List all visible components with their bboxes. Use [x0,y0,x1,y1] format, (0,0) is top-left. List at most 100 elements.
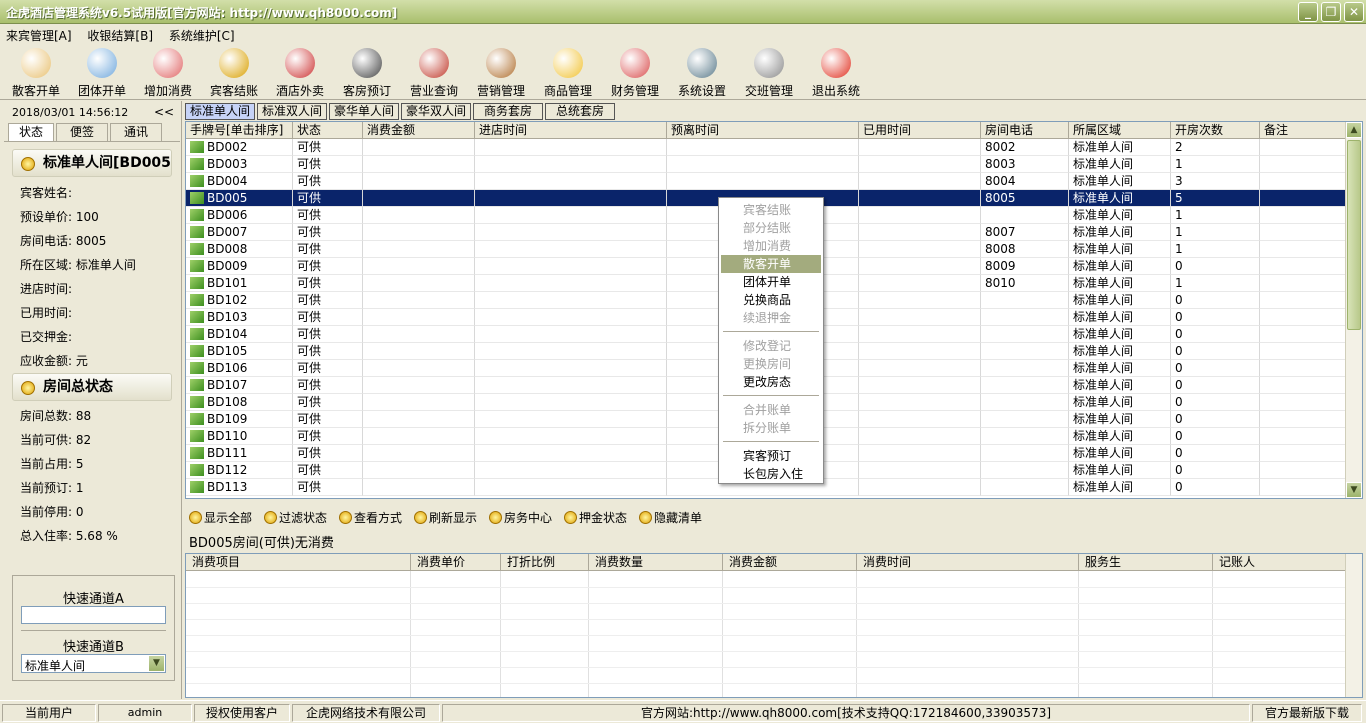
walkin-button[interactable]: 散客开单 [3,48,69,100]
add-consumption-button[interactable]: 增加消费 [135,48,201,100]
context-item-10[interactable]: 更改房态 [721,373,821,391]
detail-row-line [186,635,1346,636]
grid-header-0[interactable]: 手牌号[单击排序] [186,122,293,139]
takeout-button[interactable]: 酒店外卖 [267,48,333,100]
quick-a-input[interactable] [21,606,166,624]
minimize-button[interactable]: _ [1298,2,1318,22]
action-4[interactable]: 房务中心 [489,509,552,526]
table-cell [981,462,1069,479]
detail-header-5[interactable]: 消费时间 [857,554,1079,571]
table-cell [981,360,1069,377]
quick-b-select[interactable]: 标准单人间 ▼ [21,654,166,673]
grid-header-6[interactable]: 房间电话 [981,122,1069,139]
detail-header-7[interactable]: 记账人 [1213,554,1346,571]
tab-contact[interactable]: 通讯 [110,123,162,141]
grid-header-4[interactable]: 预离时间 [667,122,859,139]
table-cell: BD109 [186,411,293,428]
scroll-thumb[interactable] [1347,140,1361,330]
action-5[interactable]: 押金状态 [564,509,627,526]
collapse-icon[interactable]: << [154,105,174,119]
finance-button[interactable]: 财务管理 [602,48,668,100]
detail-header-0[interactable]: 消费项目 [186,554,411,571]
tab-notes[interactable]: 便签 [56,123,108,141]
grid-header-3[interactable]: 进店时间 [475,122,667,139]
action-1[interactable]: 过滤状态 [264,509,327,526]
table-cell [1260,360,1346,377]
exit-button[interactable]: 退出系统 [803,48,869,100]
table-cell [1260,326,1346,343]
menu-system[interactable]: 系统维护[C] [163,25,241,46]
grid-header-7[interactable]: 所属区域 [1069,122,1171,139]
tab-status[interactable]: 状态 [8,123,54,141]
maximize-button[interactable]: ❐ [1321,2,1341,22]
settings-button[interactable]: 系统设置 [669,48,735,100]
action-6[interactable]: 隐藏清单 [639,509,702,526]
room-tab-3[interactable]: 豪华双人间 [401,103,471,120]
action-label: 过滤状态 [279,511,328,525]
context-item-5[interactable]: 兑换商品 [721,291,821,309]
detail-row-line [186,587,1346,588]
table-row[interactable]: BD003 可供 8003 标准单人间 1 [186,156,1346,173]
close-button[interactable]: ✕ [1344,2,1364,22]
table-cell: 0 [1171,445,1260,462]
table-cell [475,173,667,190]
business-query-button[interactable]: 营业查询 [401,48,467,100]
table-cell [981,377,1069,394]
grid-header-5[interactable]: 已用时间 [859,122,981,139]
table-cell [363,428,475,445]
table-cell: 标准单人间 [1069,326,1171,343]
detail-header-1[interactable]: 消费单价 [411,554,501,571]
settings-icon [687,48,717,78]
context-item-3[interactable]: 散客开单 [721,255,821,273]
menu-guest[interactable]: 来宾管理[A] [0,25,78,46]
context-item-16[interactable]: 长包房入住 [721,465,821,483]
detail-header-6[interactable]: 服务生 [1079,554,1213,571]
scroll-down-icon[interactable]: ▼ [1346,482,1362,498]
cell-text: BD006 [207,208,248,222]
table-row[interactable]: BD004 可供 8004 标准单人间 3 [186,173,1346,190]
room-tab-4[interactable]: 商务套房 [473,103,543,120]
table-cell [1260,190,1346,207]
grid-scrollbar[interactable]: ▲ ▼ [1345,122,1362,498]
status-download[interactable]: 官方最新版下载 [1252,704,1362,722]
cell-text: BD106 [207,361,248,375]
room-tab-1[interactable]: 标准双人间 [257,103,327,120]
marketing-button[interactable]: 营销管理 [468,48,534,100]
group-button[interactable]: 团体开单 [69,48,135,100]
grid-header-2[interactable]: 消费金额 [363,122,475,139]
stat-disabled: 当前停用: 0 [20,505,84,519]
room-tab-5[interactable]: 总统套房 [545,103,615,120]
action-3[interactable]: 刷新显示 [414,509,477,526]
table-cell [859,139,981,156]
room-tab-0[interactable]: 标准单人间 [185,103,255,120]
detail-header-4[interactable]: 消费金额 [723,554,857,571]
grid-header-1[interactable]: 状态 [293,122,363,139]
table-cell: 标准单人间 [1069,411,1171,428]
action-0[interactable]: 显示全部 [189,509,252,526]
menu-cashier[interactable]: 收银结算[B] [81,25,159,46]
detail-header-2[interactable]: 打折比例 [501,554,589,571]
stat-total: 房间总数: 88 [20,409,92,423]
room-book-icon [190,464,204,476]
context-item-15[interactable]: 宾客预订 [721,447,821,465]
star-icon [553,48,583,78]
scroll-up-icon[interactable]: ▲ [1346,122,1362,138]
reservation-button[interactable]: 客房预订 [334,48,400,100]
room-book-icon [190,413,204,425]
room-book-icon [190,345,204,357]
context-item-12: 合并账单 [743,403,792,417]
checkout-button[interactable]: 宾客结账 [201,48,267,100]
detail-scrollbar[interactable] [1345,554,1362,697]
table-row[interactable]: BD002 可供 8002 标准单人间 2 [186,139,1346,156]
action-2[interactable]: 查看方式 [339,509,402,526]
grid-header-9[interactable]: 备注 [1260,122,1346,139]
detail-header-3[interactable]: 消费数量 [589,554,723,571]
room-book-icon [190,379,204,391]
table-cell [1260,139,1346,156]
grid-header-8[interactable]: 开房次数 [1171,122,1260,139]
goods-button[interactable]: 商品管理 [535,48,601,100]
context-item-4[interactable]: 团体开单 [721,273,821,291]
shift-button[interactable]: 交班管理 [736,48,802,100]
room-tab-2[interactable]: 豪华单人间 [329,103,399,120]
chevron-down-icon[interactable]: ▼ [149,656,164,671]
